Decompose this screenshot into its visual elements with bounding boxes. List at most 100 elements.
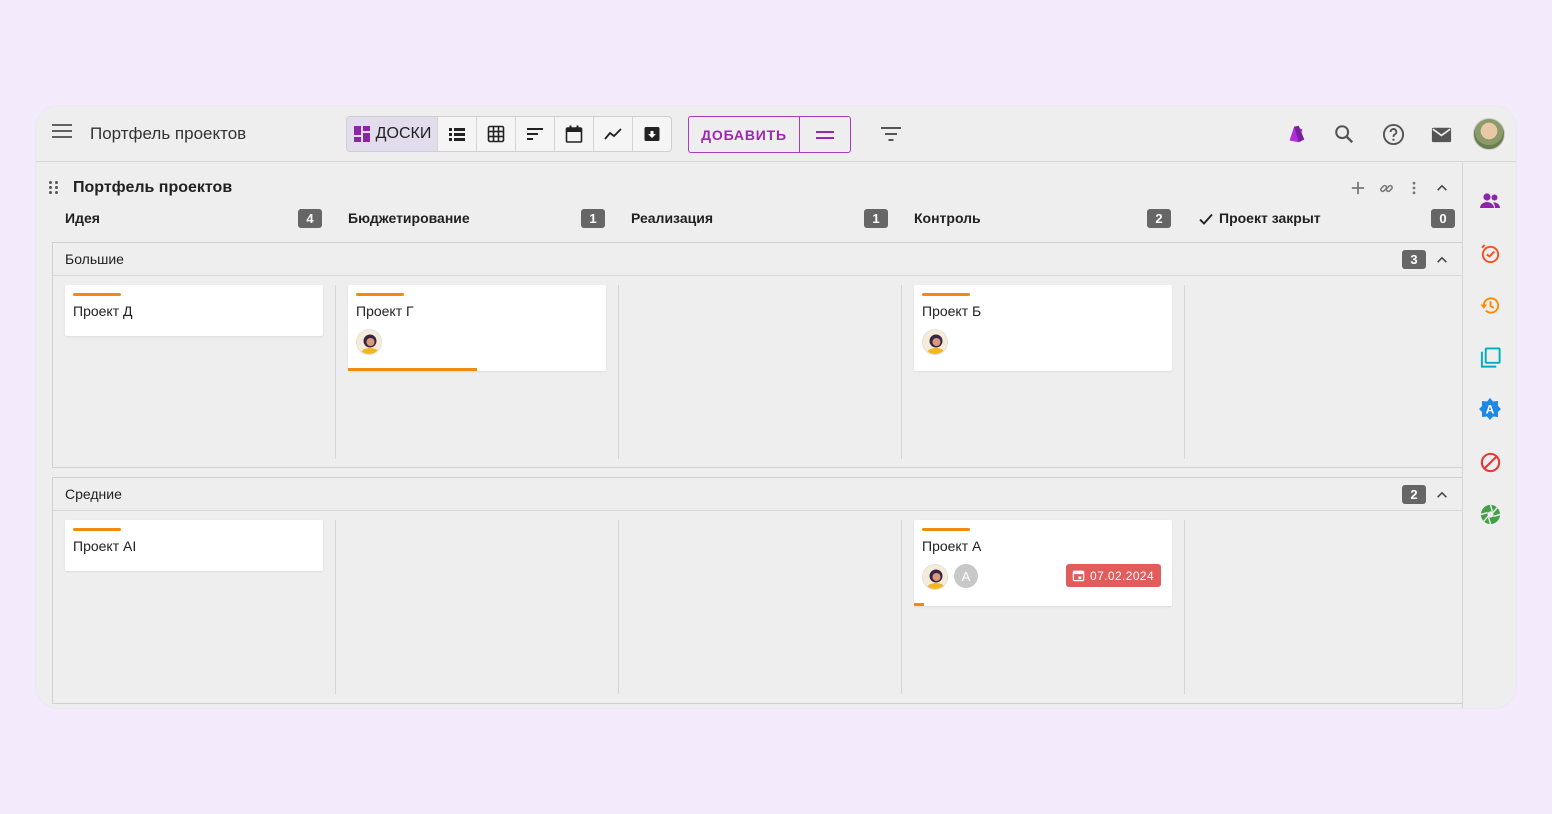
- project-card[interactable]: Проект Д: [65, 285, 323, 336]
- due-date-badge[interactable]: 07.02.2024: [1066, 564, 1162, 587]
- project-card[interactable]: Проект Б: [914, 285, 1172, 371]
- sort-view-button[interactable]: [515, 117, 554, 151]
- swimlane-medium: Средние 2 Проект AI Проект А A 07.02.202…: [52, 477, 1463, 704]
- project-card[interactable]: Проект Г: [348, 285, 606, 371]
- check-icon: [1199, 213, 1213, 225]
- svg-text:A: A: [1486, 403, 1495, 417]
- board-title: Портфель проектов: [73, 179, 233, 196]
- swimlane-name: Большие: [65, 251, 124, 267]
- project-card[interactable]: Проект А A 07.02.2024: [914, 520, 1172, 606]
- boards-view-button[interactable]: ДОСКИ: [347, 117, 437, 151]
- card-title: Проект AI: [73, 538, 137, 554]
- column-header-closed: Проект закрыт 0: [1198, 206, 1456, 232]
- mail-icon[interactable]: [1428, 121, 1454, 147]
- copy-icon[interactable]: [1478, 345, 1502, 369]
- archive-view-button[interactable]: [632, 117, 671, 151]
- swimlane-count-badge: 3: [1402, 250, 1426, 269]
- lane-divider: [901, 520, 902, 694]
- column-name: Идея: [65, 210, 100, 226]
- lane-divider: [335, 520, 336, 694]
- brand-logo-icon[interactable]: [1283, 121, 1309, 147]
- swimlane-large: Большие 3 Проект Д Проект Г Проект Б: [52, 242, 1463, 468]
- sort-icon: [527, 128, 543, 140]
- lane-divider: [618, 520, 619, 694]
- card-title: Проект Д: [73, 303, 133, 319]
- progress-bar: [914, 603, 925, 606]
- column-name: Контроль: [914, 210, 981, 226]
- search-icon[interactable]: [1331, 121, 1357, 147]
- history-icon[interactable]: [1478, 293, 1502, 317]
- drag-handle-icon[interactable]: [49, 181, 59, 195]
- archive-icon: [644, 127, 660, 141]
- priority-stripe: [73, 293, 121, 296]
- collapse-board-icon[interactable]: [1433, 179, 1451, 197]
- app-title: Портфель проектов: [90, 124, 247, 143]
- lane-divider: [618, 285, 619, 459]
- assignee-avatar[interactable]: [922, 329, 948, 355]
- table-view-button[interactable]: [476, 117, 515, 151]
- column-name: Реализация: [631, 210, 714, 226]
- top-bar: Портфель проектов ДОСКИ ДОБАВИТЬ: [36, 106, 1516, 162]
- add-options-button[interactable]: [799, 117, 850, 152]
- swimlane-count-badge: 2: [1402, 485, 1426, 504]
- boards-view-label: ДОСКИ: [375, 125, 432, 142]
- calendar-icon: [565, 125, 583, 143]
- column-name: Проект закрыт: [1219, 210, 1321, 226]
- progress-bar: [348, 368, 477, 371]
- view-switcher: ДОСКИ: [346, 116, 672, 152]
- more-vert-icon[interactable]: [1405, 179, 1423, 197]
- column-count-badge: 1: [581, 209, 605, 228]
- column-header-idea: Идея 4: [65, 206, 323, 232]
- help-icon[interactable]: [1380, 121, 1406, 147]
- priority-stripe: [922, 293, 970, 296]
- equals-icon: [816, 130, 834, 139]
- add-group: ДОБАВИТЬ: [688, 116, 851, 153]
- card-title: Проект Г: [356, 303, 414, 319]
- column-count-badge: 1: [864, 209, 888, 228]
- filter-icon: [881, 127, 901, 141]
- add-icon[interactable]: [1349, 179, 1367, 197]
- block-icon[interactable]: [1478, 450, 1502, 474]
- lane-divider: [335, 285, 336, 459]
- project-card[interactable]: Проект AI: [65, 520, 323, 571]
- list-icon: [449, 128, 465, 141]
- assignee-avatar[interactable]: [356, 329, 382, 355]
- assignee-avatar[interactable]: [922, 564, 948, 590]
- aperture-icon[interactable]: [1478, 502, 1502, 526]
- user-avatar[interactable]: [1473, 118, 1505, 150]
- swimlane-header: Большие 3: [53, 243, 1463, 276]
- list-view-button[interactable]: [437, 117, 476, 151]
- column-name: Бюджетирование: [348, 210, 470, 226]
- calendar-icon: [1072, 570, 1085, 582]
- column-header-budgeting: Бюджетирование 1: [348, 206, 606, 232]
- swimlane-name: Средние: [65, 486, 122, 502]
- menu-icon[interactable]: [52, 124, 72, 140]
- people-icon[interactable]: [1478, 189, 1502, 213]
- column-count-badge: 2: [1147, 209, 1171, 228]
- grid-icon: [487, 125, 505, 143]
- lane-divider: [1184, 520, 1185, 694]
- priority-stripe: [73, 528, 121, 531]
- timer-icon[interactable]: [1478, 241, 1502, 265]
- collapse-swimlane-icon[interactable]: [1433, 486, 1451, 504]
- column-count-badge: 4: [298, 209, 322, 228]
- collapse-swimlane-icon[interactable]: [1433, 251, 1451, 269]
- priority-stripe: [922, 528, 970, 531]
- calendar-view-button[interactable]: [554, 117, 593, 151]
- add-button[interactable]: ДОБАВИТЬ: [689, 117, 799, 152]
- link-icon[interactable]: [1377, 179, 1395, 197]
- filter-button[interactable]: [879, 123, 903, 145]
- due-date-text: 07.02.2024: [1090, 568, 1155, 583]
- column-header-control: Контроль 2: [914, 206, 1172, 232]
- card-title: Проект Б: [922, 303, 982, 319]
- lane-divider: [901, 285, 902, 459]
- app-window: Портфель проектов ДОСКИ ДОБАВИТЬ Портфел…: [36, 106, 1516, 708]
- trending-icon: [604, 128, 622, 140]
- swimlane-header: Средние 2: [53, 478, 1463, 511]
- column-header-implementation: Реализация 1: [631, 206, 889, 232]
- badge-icon[interactable]: A: [1478, 397, 1502, 421]
- chart-view-button[interactable]: [593, 117, 632, 151]
- board-header: Портфель проектов: [36, 162, 1462, 198]
- right-rail: A: [1462, 162, 1516, 708]
- assignee-initial-avatar[interactable]: A: [954, 564, 978, 588]
